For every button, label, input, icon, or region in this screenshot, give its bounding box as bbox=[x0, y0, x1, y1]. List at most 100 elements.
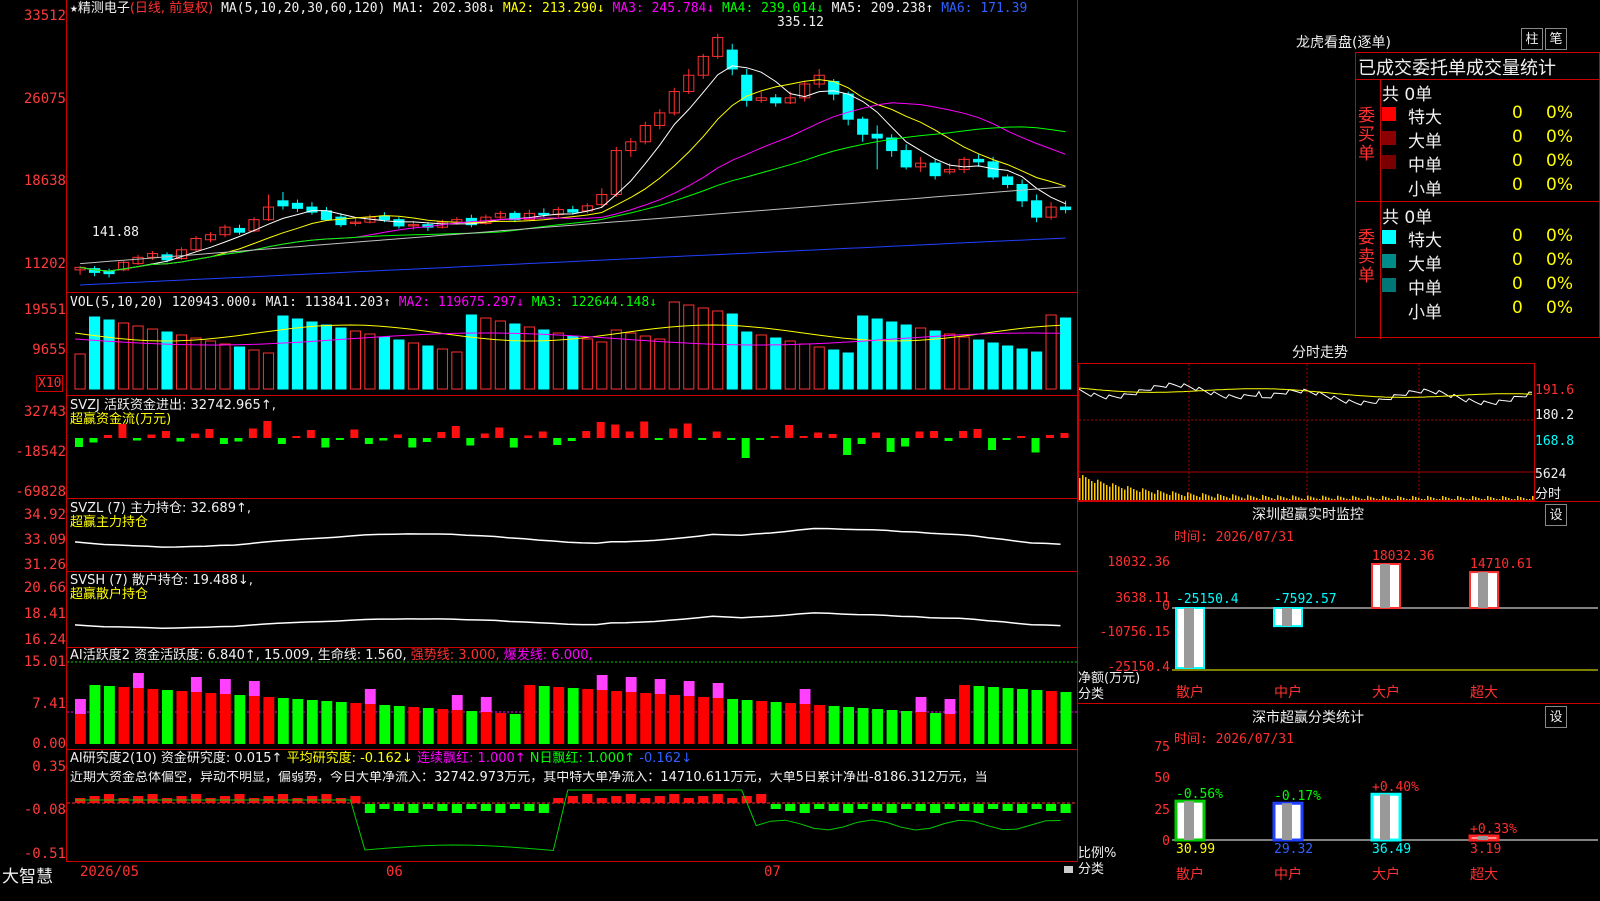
intraday-volume-bar bbox=[1280, 496, 1282, 500]
ai1-label: AI活跃度2 资金活跃度: 6.840↑, 15.009, 生命线: 1.560… bbox=[70, 648, 407, 663]
szc-axis-2: 50 bbox=[1154, 771, 1170, 786]
intraday-volume-bar bbox=[1331, 498, 1333, 500]
ai-activity-chart[interactable] bbox=[67, 648, 1077, 749]
szc-category-label: 中户 bbox=[1274, 867, 1302, 883]
volume-bar bbox=[523, 326, 535, 390]
research-bar bbox=[698, 796, 709, 803]
volume-bar bbox=[219, 343, 231, 390]
intraday-volume-bar bbox=[1277, 495, 1279, 500]
volume-bar bbox=[842, 352, 854, 390]
research-bar bbox=[393, 804, 404, 811]
intraday-unit: 分时 bbox=[1535, 487, 1562, 502]
intraday-volume-bar bbox=[1379, 499, 1381, 500]
legend-swatch bbox=[1382, 254, 1396, 268]
research-bar bbox=[509, 804, 520, 809]
ai1-burst: 爆发线: 6.000, bbox=[503, 648, 593, 663]
activity-bar bbox=[582, 689, 594, 744]
kline-chart[interactable] bbox=[67, 0, 1077, 292]
research-bar bbox=[103, 794, 115, 803]
research-bar bbox=[567, 796, 578, 803]
fund-flow-bar bbox=[234, 438, 243, 442]
szc-delta-label: -0.56% bbox=[1176, 787, 1223, 803]
ai-research-chart[interactable] bbox=[67, 750, 1077, 861]
volume-bar bbox=[871, 318, 883, 390]
intraday-chart-frame[interactable] bbox=[1078, 363, 1535, 501]
retail-position-line bbox=[74, 612, 1061, 629]
activity-bar bbox=[741, 700, 753, 744]
row-percent: 0% bbox=[1546, 127, 1573, 147]
intraday-volume-bar bbox=[1475, 496, 1477, 500]
intraday-panel[interactable]: 分时走势 191.6 180.2 168.8 5624 分时 bbox=[1078, 338, 1600, 502]
fund-flow-bar bbox=[132, 438, 141, 441]
intraday-volume-bar bbox=[1154, 493, 1156, 500]
volume-bar bbox=[958, 336, 970, 390]
column-mode-button[interactable]: 柱 bbox=[1521, 28, 1543, 50]
sz-category-label: 超大 bbox=[1470, 685, 1498, 701]
intraday-volume-bar bbox=[1274, 499, 1276, 500]
activity-bar bbox=[611, 691, 623, 744]
sz-class-settings-button[interactable]: 设 bbox=[1545, 706, 1567, 728]
row-name: 大单 bbox=[1408, 255, 1442, 275]
intraday-volume-bar bbox=[1421, 498, 1423, 500]
candle-body bbox=[1060, 206, 1072, 211]
ai2-nday: N日飘红: 1.000↑ bbox=[529, 751, 636, 766]
fund-flow-bar bbox=[756, 438, 765, 440]
intraday-volume-bar bbox=[1106, 484, 1108, 500]
intraday-volume-bar bbox=[1241, 497, 1243, 500]
tick-mode-button[interactable]: 笔 bbox=[1545, 28, 1567, 50]
activity-bar bbox=[843, 707, 854, 744]
volume-bar bbox=[422, 345, 434, 390]
szc-delta-label: +0.40% bbox=[1372, 780, 1419, 796]
candle-body bbox=[842, 93, 854, 120]
volume-bar bbox=[987, 342, 999, 390]
candle-body bbox=[1002, 176, 1014, 185]
intraday-volume-bar bbox=[1268, 497, 1270, 500]
research-bar bbox=[451, 804, 462, 813]
research-bar bbox=[364, 804, 375, 813]
fund-flow-bar bbox=[828, 434, 837, 438]
intraday-volume-bar bbox=[1199, 497, 1201, 500]
intraday-chart[interactable] bbox=[1079, 364, 1534, 500]
kline-panel[interactable] bbox=[66, 0, 1078, 293]
activity-bar bbox=[263, 697, 275, 744]
volume-bar bbox=[335, 327, 347, 390]
svzl-sub: 超赢主力持仓 bbox=[70, 515, 149, 530]
research-bar bbox=[973, 804, 984, 813]
fund-flow-bar bbox=[741, 438, 750, 458]
sell-row-2: 中单 0 0% bbox=[1382, 274, 1600, 299]
candle-body bbox=[393, 219, 405, 227]
intraday-volume-bar bbox=[1325, 496, 1327, 500]
szc-category-label: 散户 bbox=[1176, 867, 1204, 883]
lock-icon[interactable] bbox=[1064, 866, 1073, 873]
intraday-volume-bar bbox=[1391, 498, 1393, 500]
row-name: 中单 bbox=[1408, 156, 1442, 176]
volume-bar bbox=[262, 352, 275, 390]
ma5-label: MA5: 209.238↑ bbox=[831, 1, 934, 16]
candle-body bbox=[277, 200, 289, 207]
intraday-volume-bar bbox=[1115, 484, 1117, 500]
candle-body bbox=[857, 118, 869, 135]
intraday-volume-bar bbox=[1301, 498, 1303, 500]
intraday-volume-bar bbox=[1223, 496, 1225, 500]
ai2-avg: 平均研究度: -0.162↓ bbox=[286, 751, 413, 766]
volume-bar bbox=[393, 339, 405, 390]
intraday-volume-bar bbox=[1508, 497, 1510, 500]
sell-side-label: 委卖单 bbox=[1358, 228, 1375, 286]
fund-flow-bar bbox=[292, 436, 301, 438]
fund-flow-bar bbox=[147, 434, 156, 438]
intraday-volume-bar bbox=[1271, 498, 1273, 500]
ma-label: MA(5,10,20,30,60,120) bbox=[221, 1, 386, 16]
intraday-volume-bar bbox=[1349, 499, 1351, 500]
research-bar bbox=[234, 794, 245, 803]
sell-row-1: 大单 0 0% bbox=[1382, 250, 1600, 275]
research-bar bbox=[843, 804, 854, 813]
volume-bar bbox=[567, 335, 579, 390]
fund-flow-bar bbox=[263, 421, 272, 438]
activity-bar-top bbox=[451, 695, 463, 710]
intraday-volume-bar bbox=[1505, 496, 1507, 500]
sz-monitor-settings-button[interactable]: 设 bbox=[1545, 504, 1567, 526]
intraday-volume-bar bbox=[1457, 495, 1459, 500]
intraday-volume-bar bbox=[1454, 499, 1456, 500]
volume-bar bbox=[683, 304, 695, 390]
volume-bar bbox=[639, 335, 651, 390]
